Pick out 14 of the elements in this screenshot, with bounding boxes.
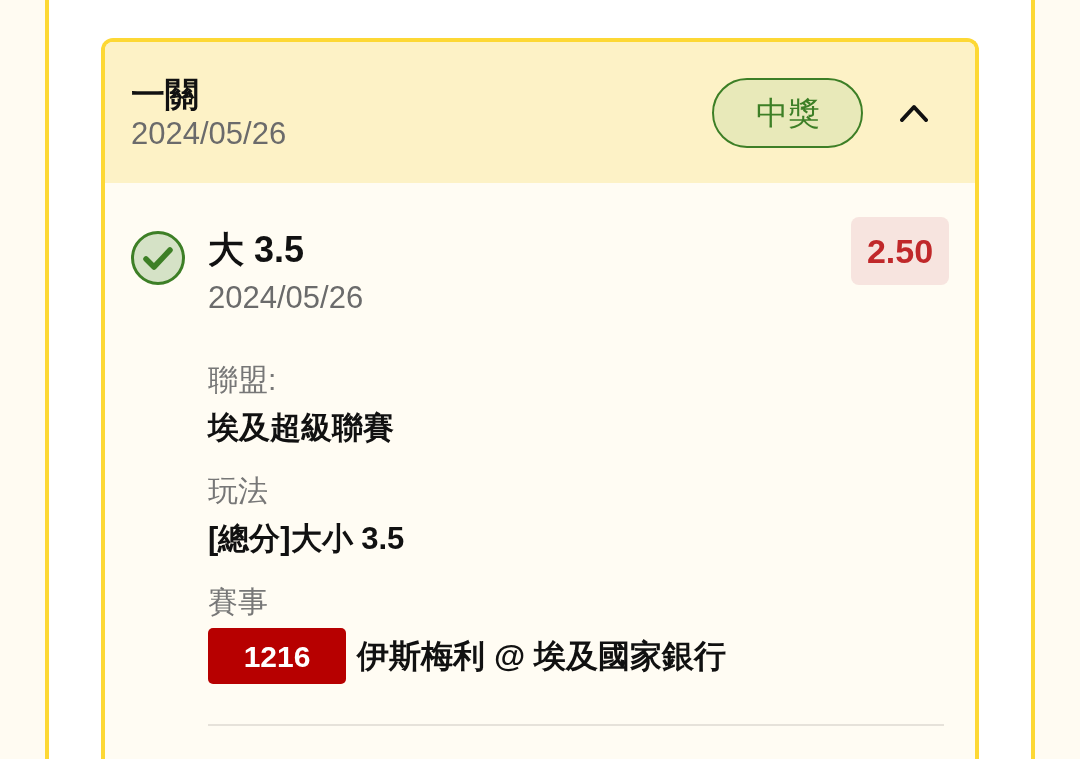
detail-value: [總分]大小 3.5 <box>208 520 406 558</box>
detail-label: 聯盟: <box>208 362 278 398</box>
selection-pick: 大 3.5 <box>208 228 306 272</box>
match-name: 伊斯梅利 @ 埃及國家銀行 <box>357 637 726 676</box>
detail-label: 賽事 <box>208 584 269 620</box>
match-number-badge: 1216 <box>208 628 346 684</box>
odds-badge: 2.50 <box>851 217 949 285</box>
bet-title: 一關 <box>131 73 200 115</box>
status-badge: 中獎 <box>712 77 863 148</box>
bet-date: 2024/05/26 <box>131 114 287 153</box>
selection-date: 2024/05/26 <box>208 279 365 317</box>
chevron-up-icon[interactable] <box>900 103 928 122</box>
detail-value: 埃及超級聯賽 <box>208 409 395 447</box>
detail-label: 玩法 <box>208 473 269 509</box>
